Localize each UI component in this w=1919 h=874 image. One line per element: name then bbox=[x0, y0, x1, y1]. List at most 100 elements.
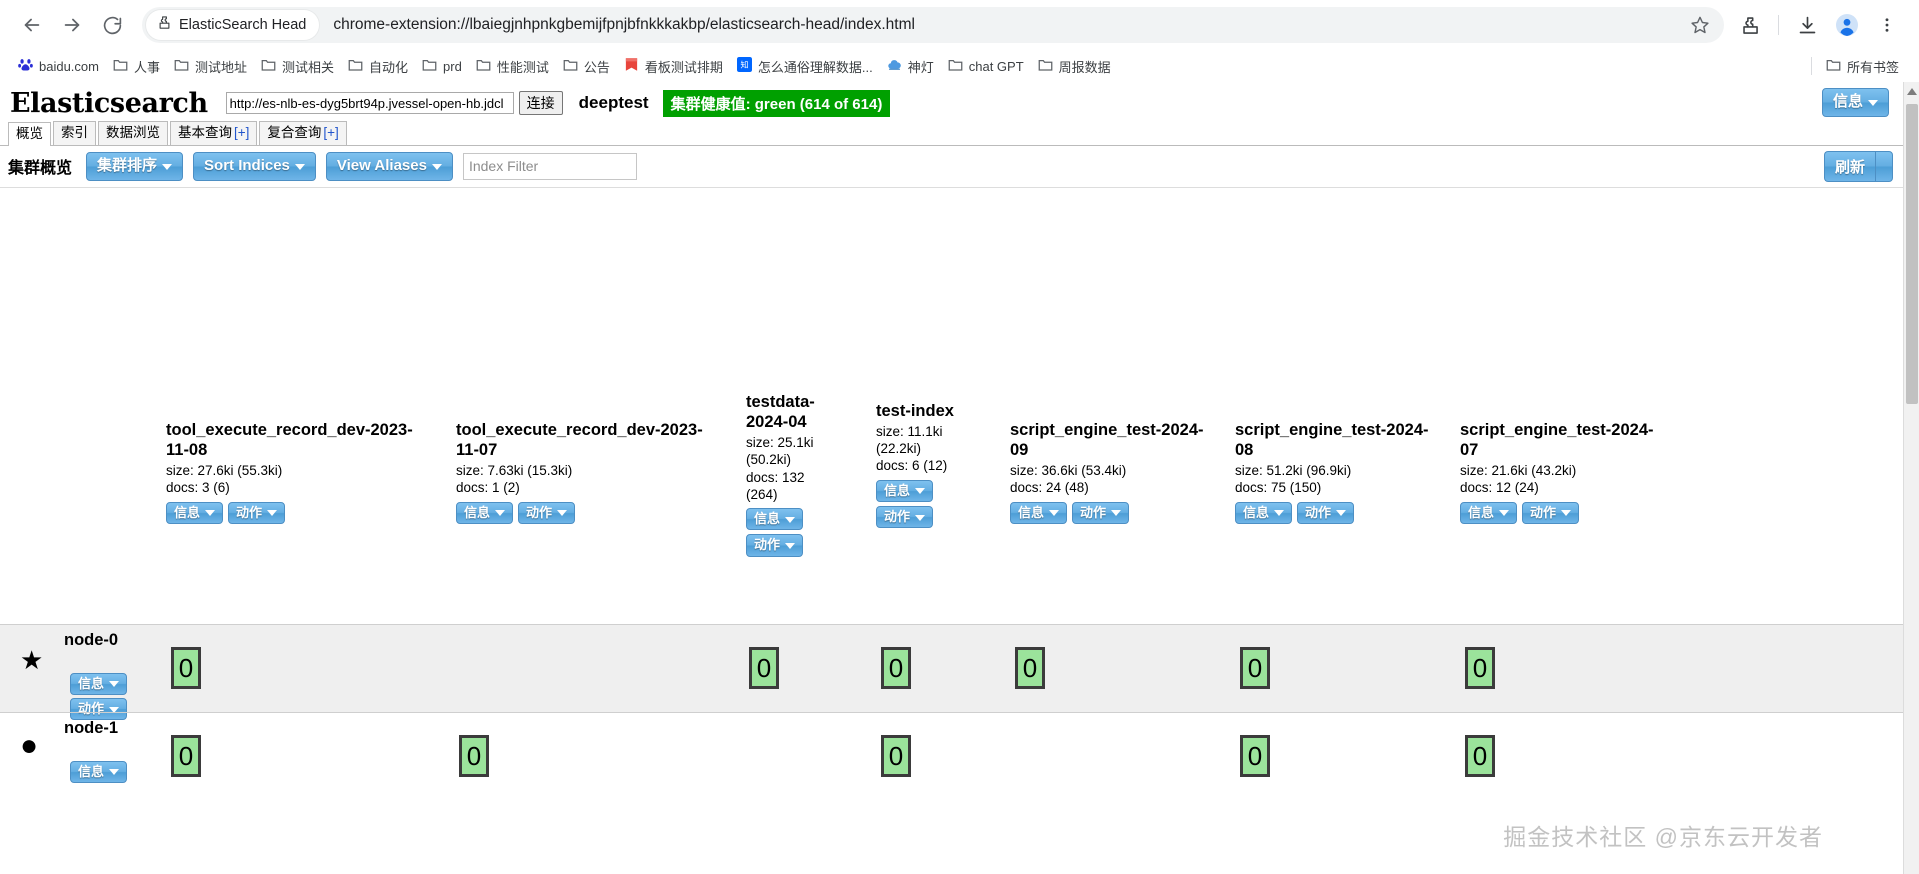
index-info-button[interactable]: 信息 bbox=[1010, 501, 1068, 524]
index-card: tool_execute_record_dev-2023-11-08 size:… bbox=[166, 420, 418, 524]
folder-icon bbox=[1038, 58, 1053, 75]
bookmark-folder-test-related[interactable]: 测试相关 bbox=[255, 54, 342, 79]
bookmark-item-baidu[interactable]: baidu.com bbox=[12, 54, 107, 78]
chevron-down-icon bbox=[785, 542, 796, 549]
site-chip[interactable]: ElasticSearch Head bbox=[146, 10, 320, 40]
back-button[interactable] bbox=[14, 7, 50, 43]
chevron-down-icon bbox=[162, 163, 173, 170]
chevron-down-icon bbox=[431, 163, 442, 170]
address-bar[interactable]: ElasticSearch Head chrome-extension://lb… bbox=[142, 7, 1724, 43]
cluster-url-input[interactable] bbox=[225, 92, 514, 114]
tab-composite-query[interactable]: 复合查询 [+] bbox=[259, 121, 347, 145]
index-action-button[interactable]: 动作 bbox=[518, 501, 576, 524]
sort-indices-label: Sort Indices bbox=[204, 157, 290, 174]
index-action-button[interactable]: 动作 bbox=[746, 534, 804, 557]
index-size: size: 25.1ki (50.2ki) bbox=[746, 435, 814, 468]
bookmark-folder-automation[interactable]: 自动化 bbox=[342, 54, 416, 79]
scroll-up-arrow-icon[interactable] bbox=[1907, 88, 1917, 95]
tab-plus-icon[interactable]: [+] bbox=[234, 125, 249, 140]
bookmark-folder-announcement[interactable]: 公告 bbox=[557, 54, 618, 79]
shard-cell[interactable]: 0 bbox=[1015, 646, 1045, 689]
shard-cell[interactable]: 0 bbox=[1465, 646, 1495, 689]
index-action-button[interactable]: 动作 bbox=[876, 505, 934, 529]
chevron-down-icon bbox=[267, 510, 278, 517]
node-row: ● node-1 信息 0 0 0 0 0 bbox=[0, 711, 1919, 800]
header-info-button[interactable]: 信息 bbox=[1821, 88, 1889, 117]
folder-icon bbox=[1826, 58, 1841, 75]
shard-cell[interactable]: 0 bbox=[881, 646, 911, 689]
bookmark-folder-performance-test[interactable]: 性能测试 bbox=[470, 54, 557, 79]
all-bookmarks-button[interactable]: 所有书签 bbox=[1820, 54, 1907, 79]
index-info-label: 信息 bbox=[754, 511, 781, 527]
tab-indices[interactable]: 索引 bbox=[53, 121, 96, 145]
bookmark-item-zhihu[interactable]: 知 怎么通俗理解数据... bbox=[731, 54, 881, 79]
forward-button[interactable] bbox=[54, 7, 90, 43]
index-size: size: 36.6ki (53.4ki) bbox=[1010, 463, 1127, 478]
shard-cell[interactable]: 0 bbox=[171, 734, 201, 777]
refresh-dropdown-arrow[interactable] bbox=[1875, 151, 1893, 182]
index-action-label: 动作 bbox=[1080, 504, 1107, 520]
node-info-button[interactable]: 信息 bbox=[70, 760, 128, 783]
refresh-button[interactable]: 刷新 bbox=[1823, 151, 1875, 182]
tab-basic-query[interactable]: 基本查询 [+] bbox=[170, 121, 258, 145]
view-aliases-dropdown[interactable]: View Aliases bbox=[325, 152, 453, 181]
index-action-label: 动作 bbox=[236, 504, 263, 520]
chevron-down-icon bbox=[557, 510, 568, 517]
index-action-button[interactable]: 动作 bbox=[1297, 501, 1355, 524]
index-docs: docs: 24 (48) bbox=[1010, 480, 1089, 496]
reload-button[interactable] bbox=[94, 7, 130, 43]
chevron-down-icon bbox=[1499, 510, 1510, 517]
folder-icon bbox=[948, 58, 963, 75]
tab-overview[interactable]: 概览 bbox=[8, 122, 51, 146]
zhihu-favicon: 知 bbox=[736, 57, 752, 75]
profile-avatar-icon[interactable] bbox=[1829, 7, 1865, 43]
index-action-label: 动作 bbox=[754, 537, 781, 553]
shard-cell[interactable]: 0 bbox=[459, 734, 489, 777]
bookmark-label: 测试相关 bbox=[282, 59, 335, 75]
index-action-button[interactable]: 动作 bbox=[1522, 501, 1580, 524]
tab-data-browser[interactable]: 数据浏览 bbox=[98, 121, 168, 145]
bookmark-label: 测试地址 bbox=[195, 59, 248, 75]
refresh-split-button[interactable]: 刷新 bbox=[1823, 151, 1893, 182]
index-card: testdata-2024-04 size: 25.1ki (50.2ki) d… bbox=[746, 392, 832, 557]
index-filter-input[interactable] bbox=[462, 152, 637, 180]
vertical-scrollbar[interactable] bbox=[1903, 82, 1919, 874]
index-docs: docs: 1 (2) bbox=[456, 480, 520, 496]
scrollbar-thumb[interactable] bbox=[1906, 104, 1918, 404]
url-text[interactable]: chrome-extension://lbaiegjnhpnkgbemijfpn… bbox=[333, 16, 1682, 34]
downloads-icon[interactable] bbox=[1789, 7, 1825, 43]
bookmark-star-icon[interactable] bbox=[1682, 7, 1718, 43]
index-action-button[interactable]: 动作 bbox=[228, 501, 286, 524]
bookmark-folder-prd[interactable]: prd bbox=[416, 55, 470, 78]
shard-cell[interactable]: 0 bbox=[1465, 734, 1495, 777]
bookmark-item-kanban[interactable]: 看板测试排期 bbox=[618, 54, 731, 79]
sort-indices-dropdown[interactable]: Sort Indices bbox=[193, 152, 316, 181]
index-info-button[interactable]: 信息 bbox=[166, 501, 224, 524]
index-info-button[interactable]: 信息 bbox=[456, 501, 514, 524]
three-dot-menu-icon[interactable] bbox=[1869, 7, 1905, 43]
bookmark-folder-weekly-report[interactable]: 周报数据 bbox=[1032, 54, 1119, 79]
chevron-down-icon bbox=[785, 516, 796, 523]
index-info-button[interactable]: 信息 bbox=[746, 508, 804, 531]
bookmark-item-shendeng[interactable]: 神灯 bbox=[881, 54, 942, 79]
bookmark-folder-chatgpt[interactable]: chat GPT bbox=[942, 55, 1032, 78]
connect-button[interactable]: 连接 bbox=[518, 91, 563, 115]
shard-cell[interactable]: 0 bbox=[749, 646, 779, 689]
index-action-button[interactable]: 动作 bbox=[1072, 501, 1130, 524]
index-info-button[interactable]: 信息 bbox=[1235, 501, 1293, 524]
extensions-icon[interactable] bbox=[1732, 7, 1768, 43]
shard-cell[interactable]: 0 bbox=[1240, 646, 1270, 689]
index-name: tool_execute_record_dev-2023-11-07 bbox=[456, 420, 703, 459]
bookmark-folder-test-address[interactable]: 测试地址 bbox=[168, 54, 255, 79]
cluster-overview-title: 集群概览 bbox=[8, 160, 73, 178]
index-info-button[interactable]: 信息 bbox=[876, 479, 934, 502]
node-info-button[interactable]: 信息 bbox=[70, 672, 128, 695]
tab-plus-icon[interactable]: [+] bbox=[323, 125, 338, 140]
sort-cluster-dropdown[interactable]: 集群排序 bbox=[86, 152, 184, 181]
shard-cell[interactable]: 0 bbox=[881, 734, 911, 777]
shard-cell[interactable]: 0 bbox=[171, 646, 201, 689]
bookmark-folder-renshi[interactable]: 人事 bbox=[107, 54, 168, 79]
index-info-button[interactable]: 信息 bbox=[1460, 501, 1518, 524]
shard-cell[interactable]: 0 bbox=[1240, 734, 1270, 777]
index-name: script_engine_test-2024-09 bbox=[1010, 420, 1204, 459]
